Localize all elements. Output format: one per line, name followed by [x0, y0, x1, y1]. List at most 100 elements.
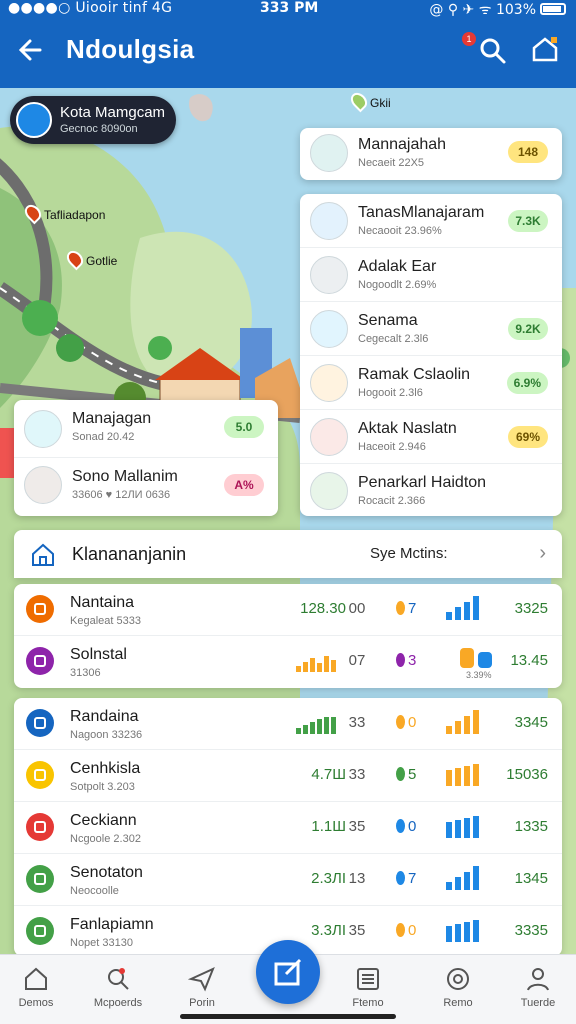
drop-icon: [396, 715, 405, 729]
item-sub: Neocoolle: [70, 885, 119, 897]
bars-icon: [446, 918, 484, 942]
app-bar: ●●●●○ Uiooir tinf 4G 333 PM @ ⚲ ✈ ᯤ 103%…: [0, 0, 576, 88]
place-row[interactable]: Sono Mallanim 33606 ♥ 12ЛИ 0636 A%: [14, 458, 278, 516]
item-metric-1: 3.3ЛІ: [311, 922, 346, 939]
nav-item-porin[interactable]: Porin: [162, 965, 242, 1009]
places-card-left: Manajagan Sonad 20.42 5.0 Sono Mallanim 336…: [14, 400, 278, 516]
places-card-right: TanasMlanajaram Necaooit 23.96% 7.3K Adala…: [300, 194, 562, 516]
place-stat-badge: 5.0: [224, 416, 264, 438]
map-pin-2[interactable]: Gotlie: [63, 247, 118, 271]
place-row[interactable]: Manajagan Sonad 20.42 5.0: [14, 400, 278, 458]
sort-label[interactable]: Sye Mctins:: [370, 545, 448, 562]
nav-label: Remo: [443, 997, 473, 1009]
share-home-icon[interactable]: [530, 34, 560, 64]
pin-icon: [347, 89, 371, 113]
place-card-top[interactable]: Mannajahah Necaeit 22X5 148: [300, 128, 562, 180]
category-icon: [26, 813, 54, 841]
pin-label: Gkii: [370, 96, 391, 110]
search-icon[interactable]: [478, 36, 508, 66]
summary-header[interactable]: Klanananjanin Sye Mctins: ›: [14, 530, 562, 578]
place-sub: 33606 ♥ 12ЛИ 0636: [72, 489, 171, 501]
item-metric-2: 33: [348, 766, 366, 783]
place-sub: Rocacit 2.366: [358, 495, 426, 507]
nav-item-demos[interactable]: Demos: [0, 965, 76, 1009]
place-thumbnail: [310, 364, 348, 402]
item-metric-3: 0: [396, 922, 430, 939]
item-total: 1335: [514, 818, 548, 835]
item-total: 3325: [514, 600, 548, 617]
status-icons: @ ⚲ ✈ ᯤ 103%: [429, 0, 566, 19]
map-pin-top[interactable]: Gkii: [347, 89, 391, 113]
place-stat-badge: 9.2K: [508, 318, 548, 340]
item-total: 13.45: [510, 652, 548, 669]
map-location-badge[interactable]: Kota Mamgcam Gecnoc 8090on: [10, 96, 176, 144]
page-title: Ndoulgsia: [66, 34, 195, 64]
place-name: Manajagan: [72, 410, 152, 427]
map-pin-1[interactable]: Tafliadapon: [21, 201, 106, 225]
list-item[interactable]: Randaina Nagoon 33236 33 0 3345: [14, 698, 562, 750]
list-item[interactable]: Solnstal 31306 07 3 3.39% 13.45: [14, 636, 562, 688]
place-name: Adalak Ear: [358, 258, 437, 275]
item-metric-3: 7: [396, 600, 430, 617]
signal-bars-icon: [446, 710, 484, 734]
place-thumbnail: [310, 418, 348, 456]
place-name: Aktak Naslatn: [358, 420, 457, 437]
place-name: Ramak Cslaolin: [358, 366, 471, 383]
place-row[interactable]: Senama Cegecalt 2.3l6 9.2K: [300, 302, 562, 356]
place-name: Sono Mallanim: [72, 468, 178, 485]
mini-chart-icon: [296, 712, 340, 734]
back-arrow-icon[interactable]: [14, 34, 46, 66]
place-name: Senama: [358, 312, 418, 329]
nav-item-remo[interactable]: Remo: [418, 965, 498, 1009]
nav-item-profile[interactable]: Tuerde: [498, 965, 576, 1009]
drop-icon: [396, 819, 405, 833]
place-row[interactable]: Mannajahah Necaeit 22X5 148: [300, 128, 562, 182]
item-sub: Nopet 33130: [70, 937, 133, 949]
item-metric-3: 3: [396, 652, 430, 669]
place-row[interactable]: TanasMlanajaram Necaooit 23.96% 7.3K: [300, 194, 562, 248]
place-name: Mannajahah: [358, 136, 447, 153]
item-sub: Kegaleat 5333: [70, 615, 141, 627]
list-item[interactable]: Cenhkisla Sotpolt 3.203 4.7Ш 33 5 15036: [14, 750, 562, 802]
drop-icon: [396, 767, 405, 781]
item-metric-3: 0: [396, 818, 430, 835]
status-carrier: ●●●●○ Uiooir tinf 4G: [8, 0, 173, 16]
signal-bars-icon: [446, 866, 484, 890]
list-item[interactable]: Ceckiann Ncgoole 2.302 1.1Ш 35 0 1335: [14, 802, 562, 854]
item-metric-2: 35: [348, 922, 366, 939]
search-person-icon: [108, 968, 129, 990]
item-sub: Ncgoole 2.302: [70, 833, 141, 845]
item-sub: Sotpolt 3.203: [70, 781, 135, 793]
place-sub: Haceoit 2.946: [358, 441, 426, 453]
place-row[interactable]: Penarkarl Haidton Rocacit 2.366: [300, 464, 562, 518]
item-name: Randaina: [70, 708, 139, 725]
bars-icon: [446, 762, 484, 786]
item-name: Fanlapiamn: [70, 916, 154, 933]
list-item[interactable]: Nantaina Kegaleat 5333 128.30 00 7 3325: [14, 584, 562, 636]
item-total: 3345: [514, 714, 548, 731]
people-icon: [460, 644, 498, 668]
item-metric-1: 128.30: [300, 600, 346, 617]
place-row[interactable]: Adalak Ear Nogoodlt 2.69%: [300, 248, 562, 302]
status-bar: ●●●●○ Uiooir tinf 4G 333 PM @ ⚲ ✈ ᯤ 103%: [0, 0, 576, 18]
item-total: 1345: [514, 870, 548, 887]
nav-item-ftemo[interactable]: Ftemo: [328, 965, 408, 1009]
place-row[interactable]: Ramak Cslaolin Hogooit 2.3l6 6.9%: [300, 356, 562, 410]
pin-label: Gotlie: [86, 254, 118, 268]
category-icon: [26, 595, 54, 623]
nav-label: Mcpoerds: [93, 997, 143, 1009]
fab-edit-button[interactable]: [256, 940, 320, 1004]
category-icon: [26, 761, 54, 789]
place-sub: Necaeit 22X5: [358, 157, 425, 169]
chevron-right-icon[interactable]: ›: [539, 542, 546, 565]
pin-label: Tafliadapon: [44, 208, 106, 222]
place-stat-badge: 7.3K: [508, 210, 548, 232]
place-sub: Hogooit 2.3l6: [358, 387, 423, 399]
item-sub: 31306: [70, 667, 101, 679]
item-metric-1: 4.7Ш: [311, 766, 346, 783]
list-item[interactable]: Senotaton Neocoolle 2.3ЛІ 13 7 1345: [14, 854, 562, 906]
nav-item-reports[interactable]: Mcpoerds: [78, 965, 158, 1009]
item-metric-2: 07: [348, 652, 366, 669]
item-metric-1: 2.3ЛІ: [311, 870, 346, 887]
place-row[interactable]: Aktak Naslatn Haceoit 2.946 69%: [300, 410, 562, 464]
